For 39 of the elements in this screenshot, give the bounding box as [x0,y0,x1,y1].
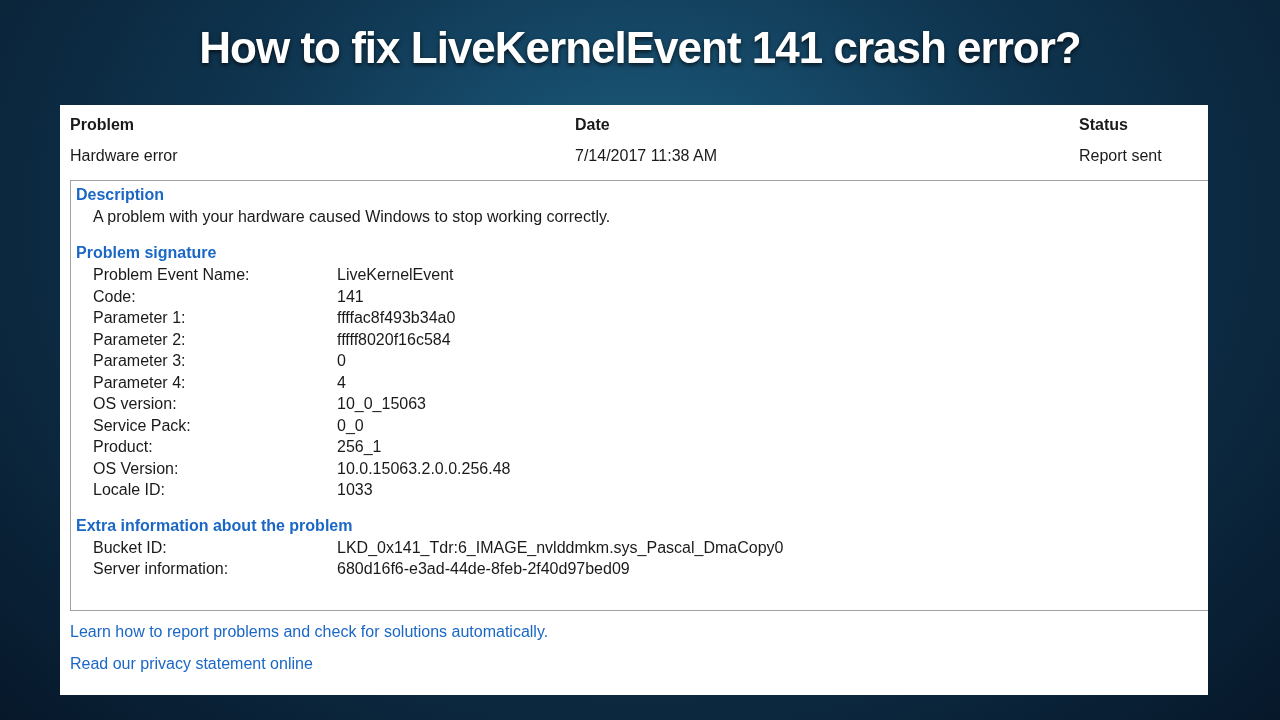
field-value: 0_0 [337,415,364,436]
field-label: Parameter 2: [93,329,186,350]
column-heading: Date [575,115,610,135]
field-label: Service Pack: [93,415,191,436]
field-label: OS Version: [93,458,179,479]
field-value: 10.0.15063.2.0.0.256.48 [337,458,511,479]
field-label: Code: [93,286,136,307]
field-label: Problem Event Name: [93,265,250,285]
field-label: Product: [93,437,153,457]
field-value: 680d16f6-e3ad-44de-8feb-2f40d97bed09 [337,559,630,579]
field-value: 141 [337,286,364,307]
page-title: How to fix LiveKernelEvent 141 crash error? [199,22,1081,74]
section-heading: Extra information about the problem [76,515,353,536]
field-value: LKD_0x141_Tdr:6_IMAGE_nvlddmkm.sys_Pascal_DmaCopy0 [337,537,784,558]
column-value: Report sent [1079,146,1162,166]
field-label: Parameter 3: [93,351,186,371]
section-heading: Problem signature [76,243,217,263]
field-label: Parameter 1: [93,308,186,328]
section-heading: Description [76,185,164,205]
field-value: LiveKernelEvent [337,265,454,285]
field-value: 10_0_15063 [337,394,426,414]
field-value: ffffac8f493b34a0 [337,308,456,328]
field-value: 0 [337,351,346,371]
column-value: 7/14/2017 11:38 AM [575,146,718,166]
help-link[interactable]: Read our privacy statement online [70,653,313,675]
field-label: OS version: [93,394,177,414]
field-value: 1033 [337,480,373,500]
field-label: Locale ID: [93,480,166,500]
column-value: Hardware error [70,146,178,166]
column-heading: Problem [70,115,134,135]
field-value: fffff8020f16c584 [337,329,451,350]
field-label: Parameter 4: [93,372,186,393]
description-text: A problem with your hardware caused Windows to stop working correctly. [92,207,611,227]
help-link[interactable]: Learn how to report problems and check for solutions automatically. [70,621,549,643]
field-label: Bucket ID: [93,537,167,558]
field-value: 256_1 [337,437,382,457]
column-heading: Status [1079,115,1128,135]
field-value: 4 [337,372,346,393]
field-label: Server information: [93,559,229,579]
